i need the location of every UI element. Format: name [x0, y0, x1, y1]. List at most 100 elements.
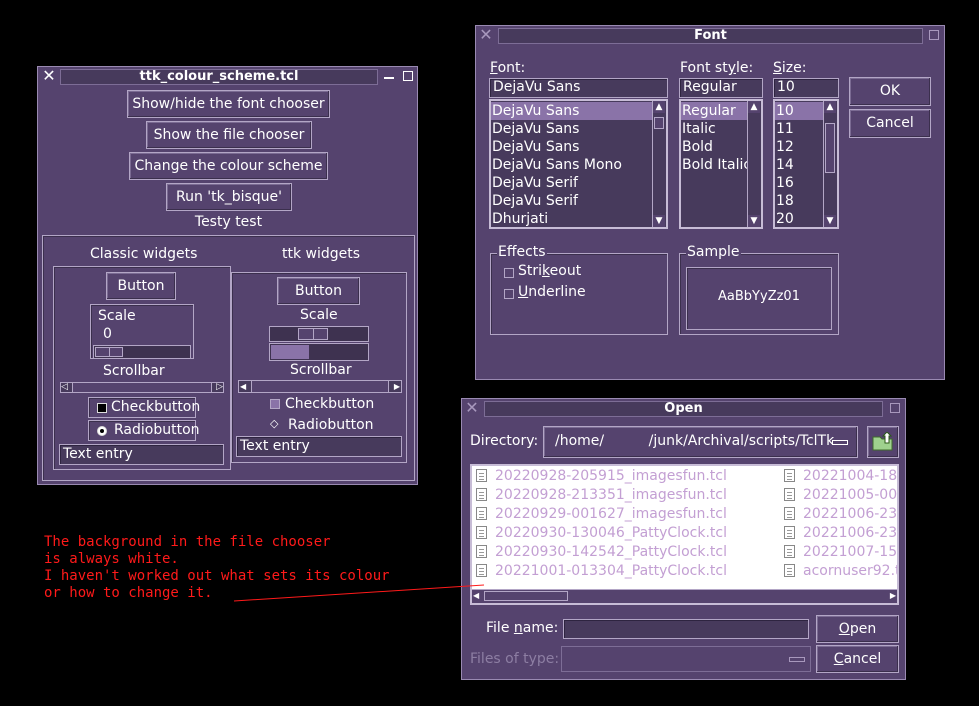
strikeout-checkbox-icon[interactable]	[504, 268, 514, 278]
maximize-icon[interactable]	[403, 71, 413, 81]
maximize-icon[interactable]	[929, 30, 939, 40]
ttk-text-entry[interactable]: Text entry	[236, 436, 402, 457]
scroll-down-icon[interactable]: ▼	[748, 215, 760, 227]
open-titlebar[interactable]: ✕ Open	[462, 399, 905, 419]
ttk-scale[interactable]	[269, 326, 369, 342]
scroll-thumb[interactable]	[825, 123, 835, 173]
file-list-item[interactable]: 20220928-205915_imagesfun.tcl	[476, 467, 727, 485]
size-list[interactable]: 10 11 12 14 16 18 20	[775, 102, 823, 227]
size-list-item[interactable]: 20	[775, 210, 823, 227]
classic-checkbutton[interactable]: Checkbutton	[88, 397, 200, 418]
classic-button[interactable]: Button	[106, 272, 176, 300]
checkbox-icon[interactable]	[97, 403, 107, 413]
font-list-item[interactable]: DejaVu Sans	[491, 120, 652, 138]
scroll-left-icon[interactable]: ◀	[473, 590, 479, 602]
style-list[interactable]: Regular Italic Bold Bold Italic	[681, 102, 751, 174]
show-file-chooser-button[interactable]: Show the file chooser	[146, 121, 312, 149]
size-list-item[interactable]: 14	[775, 156, 823, 174]
scroll-up-icon[interactable]: ▲	[653, 101, 665, 113]
font-list-item[interactable]: DejaVu Sans	[491, 102, 652, 120]
ttk-radiobutton[interactable]: ◇ Radiobutton	[268, 416, 398, 436]
scroll-right-icon[interactable]: ▶	[890, 590, 896, 602]
style-list-item[interactable]: Italic	[681, 120, 747, 138]
style-list-item[interactable]: Bold Italic	[681, 156, 751, 174]
scroll-up-icon[interactable]: ▲	[824, 101, 836, 113]
classic-radiobutton[interactable]: Radiobutton	[88, 420, 200, 441]
file-list-item[interactable]: 20220928-213351_imagesfun.tcl	[476, 486, 727, 504]
underline-label[interactable]: Underline	[518, 284, 586, 300]
parent-directory-button[interactable]	[867, 426, 899, 458]
size-list-item[interactable]: 12	[775, 138, 823, 156]
file-list-item[interactable]: acornuser92.tc	[784, 562, 897, 580]
close-icon[interactable]: ✕	[41, 68, 57, 84]
cancel-button[interactable]: Cancel	[816, 645, 899, 673]
minimize-icon[interactable]	[384, 71, 394, 79]
file-list-item[interactable]: 20220930-130046_PattyClock.tcl	[476, 524, 727, 542]
font-titlebar[interactable]: ✕ Font	[476, 26, 944, 46]
style-list-scrollbar[interactable]: ▲ ▼	[747, 101, 761, 227]
classic-scrollbar[interactable]: ◁ ▷	[60, 382, 224, 393]
file-list[interactable]: 20220928-205915_imagesfun.tcl 20220928-21…	[470, 464, 899, 605]
font-entry[interactable]: DejaVu Sans	[489, 78, 668, 98]
scroll-left-icon[interactable]: ◁	[61, 382, 68, 393]
font-listbox[interactable]: DejaVu Sans DejaVu Sans DejaVu Sans DejaVu …	[489, 99, 668, 229]
font-list-item[interactable]: DejaVu Serif	[491, 192, 652, 210]
size-list-item[interactable]: 16	[775, 174, 823, 192]
scroll-thumb[interactable]	[72, 383, 212, 392]
scroll-down-icon[interactable]: ▼	[653, 215, 665, 227]
radio-icon[interactable]	[97, 426, 107, 436]
file-name-entry[interactable]	[563, 619, 809, 639]
ttk-scrollbar[interactable]: ◀ ▶	[238, 380, 402, 393]
scroll-thumb[interactable]	[484, 591, 568, 601]
file-list-item[interactable]: 20220929-001627_imagesfun.tcl	[476, 505, 727, 523]
size-list-item[interactable]: 11	[775, 120, 823, 138]
file-list-item[interactable]: 20221004-182	[784, 467, 897, 485]
ttk-checkbutton[interactable]: Checkbutton	[268, 395, 398, 415]
scroll-down-icon[interactable]: ▼	[824, 215, 836, 227]
font-ok-button[interactable]: OK	[849, 77, 931, 106]
main-titlebar[interactable]: ✕ ttk_colour_scheme.tcl	[38, 67, 417, 87]
font-style-listbox[interactable]: Regular Italic Bold Bold Italic ▲ ▼	[679, 99, 763, 229]
file-list-hscrollbar[interactable]: ◀ ▶	[472, 589, 897, 603]
font-list-scrollbar[interactable]: ▲ ▼	[652, 101, 666, 227]
file-list-item[interactable]: 20220930-142542_PattyClock.tcl	[476, 543, 727, 561]
toggle-font-chooser-button[interactable]: Show/hide the font chooser	[127, 90, 330, 118]
close-icon[interactable]: ✕	[464, 400, 480, 416]
run-tk-bisque-button[interactable]: Run 'tk_bisque'	[166, 183, 292, 211]
scroll-thumb[interactable]	[251, 381, 389, 392]
file-list-item[interactable]: 20221005-001	[784, 486, 897, 504]
files-of-type-menubutton[interactable]	[561, 646, 811, 672]
size-listbox[interactable]: 10 11 12 14 16 18 20 ▲ ▼	[773, 99, 839, 229]
size-list-item[interactable]: 18	[775, 192, 823, 210]
close-icon[interactable]: ✕	[478, 27, 494, 43]
file-list-item[interactable]: 20221006-235	[784, 524, 897, 542]
file-list-item[interactable]: 20221006-233	[784, 505, 897, 523]
font-list-item[interactable]: Dhurjati	[491, 210, 652, 227]
size-list-scrollbar[interactable]: ▲ ▼	[823, 101, 837, 227]
scroll-left-icon[interactable]: ◀	[240, 381, 246, 392]
file-list-item[interactable]: 20221001-013304_PattyClock.tcl	[476, 562, 727, 580]
directory-menubutton[interactable]: /home/ /junk/Archival/scripts/TclTk	[543, 426, 858, 458]
maximize-icon[interactable]	[890, 403, 900, 413]
size-list-item[interactable]: 10	[775, 102, 823, 120]
scroll-thumb[interactable]	[654, 117, 664, 129]
open-button[interactable]: Open	[816, 615, 899, 643]
font-list[interactable]: DejaVu Sans DejaVu Sans DejaVu Sans DejaVu …	[491, 102, 652, 227]
classic-scale-slider[interactable]	[95, 347, 123, 357]
font-list-item[interactable]: DejaVu Sans	[491, 138, 652, 156]
size-entry[interactable]: 10	[773, 78, 839, 98]
radio-icon[interactable]: ◇	[270, 418, 282, 430]
file-list-item[interactable]: 20221007-153	[784, 543, 897, 561]
font-cancel-button[interactable]: Cancel	[849, 109, 931, 138]
scroll-up-icon[interactable]: ▲	[748, 101, 760, 113]
font-list-item[interactable]: DejaVu Serif	[491, 174, 652, 192]
ttk-button[interactable]: Button	[277, 277, 360, 305]
ttk-scale-slider[interactable]	[298, 328, 328, 340]
style-list-item[interactable]: Bold	[681, 138, 747, 156]
font-list-item[interactable]: DejaVu Sans Mono	[491, 156, 652, 174]
strikeout-label[interactable]: Strikeout	[518, 263, 581, 279]
classic-text-entry[interactable]: Text entry	[59, 444, 224, 465]
checkbox-icon[interactable]	[270, 399, 280, 409]
font-style-entry[interactable]: Regular	[679, 78, 763, 98]
underline-checkbox-icon[interactable]	[504, 289, 514, 299]
